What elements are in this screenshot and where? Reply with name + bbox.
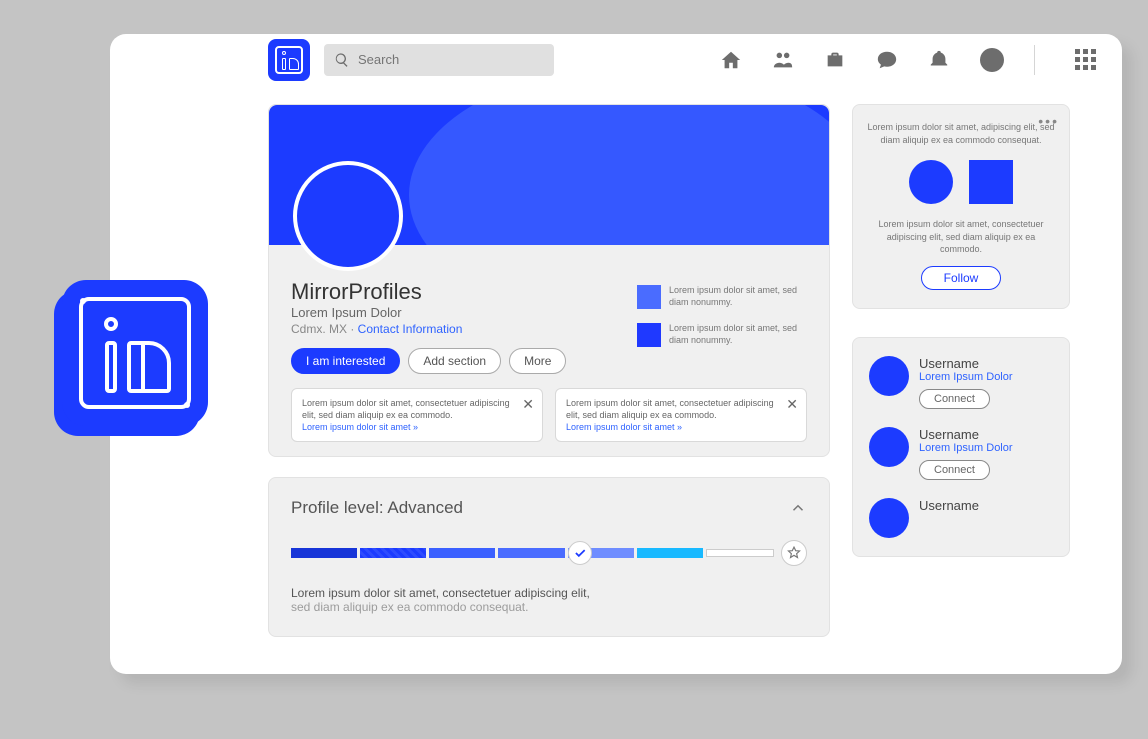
apps-grid-icon[interactable]	[1075, 49, 1096, 70]
promo-card: ••• Lorem ipsum dolor sit amet, adipisci…	[852, 104, 1070, 309]
suggestion-card-2: ✕ Lorem ipsum dolor sit amet, consectetu…	[555, 388, 807, 442]
suggestion-link[interactable]: Lorem ipsum dolor sit amet »	[566, 422, 682, 432]
nav-separator	[1034, 45, 1035, 75]
person-item: Username	[869, 498, 1053, 538]
more-icon[interactable]: •••	[1038, 113, 1059, 129]
avatar[interactable]	[869, 427, 909, 467]
more-button[interactable]: More	[509, 348, 566, 374]
floating-logo	[62, 280, 208, 426]
person-name: Username	[919, 498, 979, 513]
search-placeholder: Search	[358, 52, 399, 67]
contact-info-link[interactable]: Contact Information	[358, 322, 463, 336]
search-icon	[334, 52, 350, 68]
promo-text-1: Lorem ipsum dolor sit amet, adipiscing e…	[867, 121, 1055, 146]
suggestion-link[interactable]: Lorem ipsum dolor sit amet »	[302, 422, 418, 432]
promo-text-2: Lorem ipsum dolor sit amet, consectetuer…	[867, 218, 1055, 256]
interested-button[interactable]: I am interested	[291, 348, 400, 374]
app-window: Search MirrorProfiles Lorem Ipsum Dolor	[110, 34, 1122, 674]
profile-level-title: Profile level: Advanced	[291, 498, 463, 518]
notifications-icon[interactable]	[928, 49, 950, 71]
follow-button[interactable]: Follow	[921, 266, 1002, 290]
profile-level-text: Lorem ipsum dolor sit amet, consectetuer…	[291, 586, 807, 614]
add-section-button[interactable]: Add section	[408, 348, 501, 374]
company-item-1[interactable]: Lorem ipsum dolor sit amet, sed diam non…	[637, 285, 807, 309]
close-icon[interactable]: ✕	[522, 395, 534, 414]
me-avatar[interactable]	[980, 48, 1004, 72]
profile-photo[interactable]	[293, 161, 403, 271]
app-logo[interactable]	[268, 39, 310, 81]
jobs-icon[interactable]	[824, 49, 846, 71]
close-icon[interactable]: ✕	[786, 395, 798, 414]
profile-card: MirrorProfiles Lorem Ipsum Dolor Cdmx. M…	[268, 104, 830, 457]
top-nav	[720, 45, 1096, 75]
education-icon	[637, 323, 661, 347]
avatar[interactable]	[869, 356, 909, 396]
messaging-icon[interactable]	[876, 49, 898, 71]
star-icon	[781, 540, 807, 566]
progress-check-icon	[568, 541, 592, 565]
home-icon[interactable]	[720, 49, 742, 71]
person-name: Username	[919, 356, 1013, 371]
profile-level-card: Profile level: Advanced Lorem ipsum dolo…	[268, 477, 830, 637]
network-icon[interactable]	[772, 49, 794, 71]
person-name: Username	[919, 427, 1013, 442]
company-icon	[637, 285, 661, 309]
connect-button[interactable]: Connect	[919, 389, 990, 409]
suggestion-card-1: ✕ Lorem ipsum dolor sit amet, consectetu…	[291, 388, 543, 442]
avatar[interactable]	[869, 498, 909, 538]
profile-location: Cdmx. MX · Contact Information	[291, 322, 597, 336]
person-item: Username Lorem Ipsum Dolor Connect	[869, 356, 1053, 409]
promo-circle-icon	[909, 160, 953, 204]
person-desc: Lorem Ipsum Dolor	[919, 371, 1013, 383]
promo-square-icon	[969, 160, 1013, 204]
progress-bar	[291, 540, 807, 566]
person-item: Username Lorem Ipsum Dolor Connect	[869, 427, 1053, 480]
company-item-2[interactable]: Lorem ipsum dolor sit amet, sed diam non…	[637, 323, 807, 347]
person-desc: Lorem Ipsum Dolor	[919, 442, 1013, 454]
top-bar: Search	[110, 34, 1122, 86]
chevron-up-icon[interactable]	[789, 499, 807, 517]
connect-button[interactable]: Connect	[919, 460, 990, 480]
profile-headline: Lorem Ipsum Dolor	[291, 305, 597, 320]
profile-name: MirrorProfiles	[291, 279, 597, 305]
search-input[interactable]: Search	[324, 44, 554, 76]
people-card: Username Lorem Ipsum Dolor Connect Usern…	[852, 337, 1070, 557]
